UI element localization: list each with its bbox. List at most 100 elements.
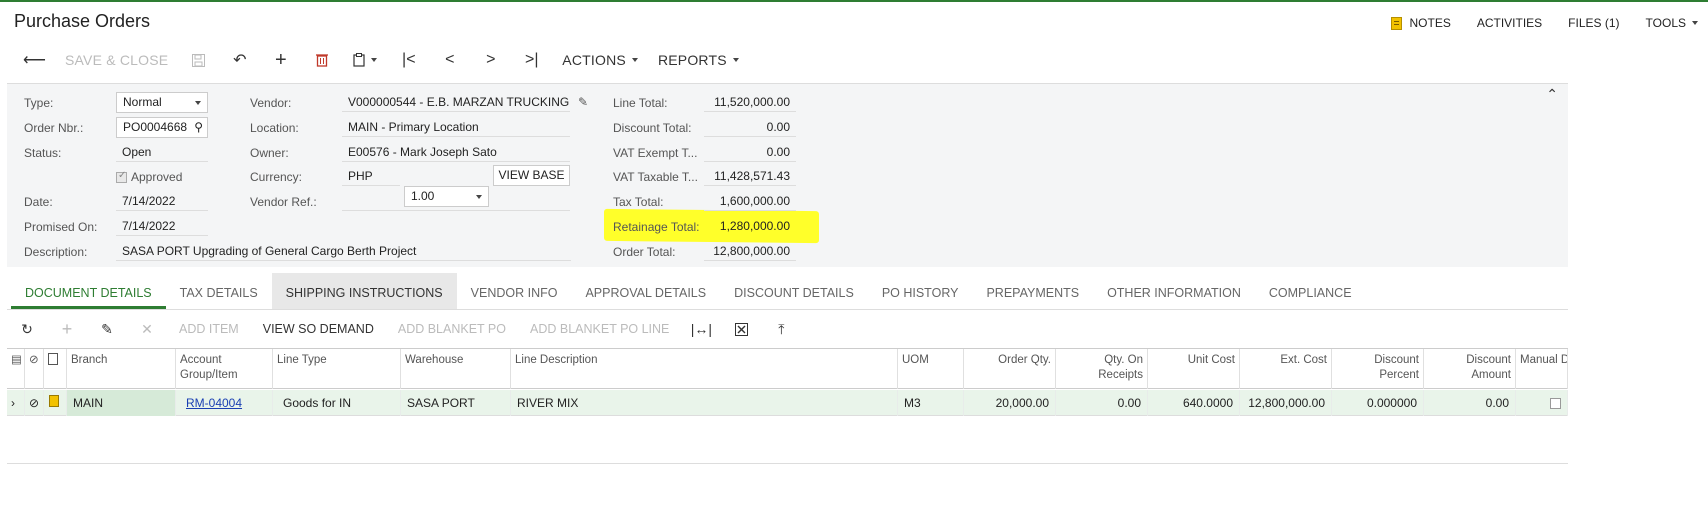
tab-other-information[interactable]: OTHER INFORMATION [1093, 273, 1255, 309]
row-selector-header[interactable]: ▤ [7, 349, 25, 389]
first-record-button[interactable]: |< [388, 48, 429, 72]
col-warehouse[interactable]: Warehouse [401, 349, 511, 389]
next-record-button[interactable]: > [470, 48, 511, 72]
col-qty-on-receipts[interactable]: Qty. On Receipts [1056, 349, 1148, 389]
upload-button[interactable]: ⤒ [761, 316, 801, 342]
col-discount-percent[interactable]: Discount Percent [1332, 349, 1424, 389]
cell-account-group-item[interactable]: RM-04004 [176, 390, 273, 416]
back-arrow-icon: ⟵ [23, 52, 46, 69]
export-excel-button[interactable] [721, 316, 761, 342]
refresh-button[interactable]: ↻ [7, 316, 47, 342]
checkbox-icon [116, 170, 127, 183]
save-button[interactable] [178, 48, 219, 72]
cell-order-qty[interactable]: 20,000.00 [964, 390, 1056, 416]
cell-discount-percent[interactable]: 0.000000 [1332, 390, 1424, 416]
cell-uom[interactable]: M3 [898, 390, 964, 416]
plus-icon: + [274, 48, 287, 71]
cell-warehouse[interactable]: SASA PORT [401, 390, 511, 416]
cell-discount-amount[interactable]: 0.00 [1424, 390, 1516, 416]
add-row-button[interactable]: + [47, 316, 87, 342]
owner-field[interactable]: E00576 - Mark Joseph Sato [342, 142, 570, 162]
row-attachment[interactable]: ⊘ [25, 390, 44, 416]
col-uom[interactable]: UOM [898, 349, 964, 389]
tab-prepayments[interactable]: PREPAYMENTS [972, 273, 1093, 309]
approved-checkbox[interactable]: Approved [116, 170, 182, 184]
row-note[interactable] [44, 390, 67, 416]
manual-discount-checkbox[interactable] [1550, 398, 1561, 410]
back-button[interactable]: ⟵ [14, 48, 55, 72]
reports-menu[interactable]: REPORTS [648, 48, 749, 72]
vendor-ref-field[interactable] [342, 191, 570, 211]
cell-qty-on-receipts[interactable]: 0.00 [1056, 390, 1148, 416]
tools-menu[interactable]: TOOLS [1646, 16, 1698, 30]
cell-manual-discount[interactable] [1516, 390, 1568, 416]
undo-button[interactable]: ↶ [219, 48, 260, 72]
vat-taxable-value: 11,428,571.43 [704, 166, 796, 186]
order-total-value: 12,800,000.00 [704, 241, 796, 261]
add-button[interactable]: + [260, 48, 301, 72]
cell-line-type[interactable]: Goods for IN [273, 390, 401, 416]
col-ext-cost[interactable]: Ext. Cost [1240, 349, 1332, 389]
tab-document-details[interactable]: DOCUMENT DETAILS [11, 273, 166, 309]
tab-tax-details[interactable]: TAX DETAILS [166, 273, 272, 309]
view-base-button[interactable]: VIEW BASE [493, 165, 570, 186]
col-discount-amount[interactable]: Discount Amount [1424, 349, 1516, 389]
last-record-button[interactable]: >| [511, 48, 552, 72]
notes-link[interactable]: NOTES [1391, 16, 1451, 30]
order-nbr-field[interactable]: PO0004668 ⚲ [116, 117, 208, 138]
notes-icon [1391, 16, 1403, 30]
promised-on-field[interactable]: 7/14/2022 [116, 216, 208, 236]
add-blanket-po-line-button[interactable]: ADD BLANKET PO LINE [518, 316, 681, 342]
add-item-button[interactable]: ADD ITEM [167, 316, 251, 342]
order-total-label: Order Total: [613, 245, 676, 259]
col-line-type[interactable]: Line Type [273, 349, 401, 389]
activities-link[interactable]: ACTIVITIES [1477, 16, 1542, 30]
files-link[interactable]: FILES (1) [1568, 16, 1619, 30]
tab-compliance[interactable]: COMPLIANCE [1255, 273, 1366, 309]
currency-field[interactable]: PHP [342, 166, 400, 186]
tab-discount-details[interactable]: DISCOUNT DETAILS [720, 273, 868, 309]
vat-exempt-value: 0.00 [704, 142, 796, 162]
cell-branch[interactable]: MAIN [67, 390, 176, 416]
inventory-item-link[interactable]: RM-04004 [186, 396, 242, 410]
last-icon: >| [525, 51, 539, 68]
close-icon: ✕ [141, 320, 153, 337]
view-so-demand-button[interactable]: VIEW SO DEMAND [251, 316, 386, 342]
col-manual-discount[interactable]: Manual Discoun [1516, 349, 1568, 389]
delete-row-button[interactable]: ✕ [127, 316, 167, 342]
edit-row-button[interactable]: ✎ [87, 316, 127, 342]
actions-menu[interactable]: ACTIONS [552, 48, 648, 72]
save-close-button[interactable]: SAVE & CLOSE [55, 48, 178, 72]
table-row[interactable]: › ⊘ MAIN RM-04004 Goods for IN SASA PORT… [7, 390, 1568, 416]
tab-approval-details[interactable]: APPROVAL DETAILS [571, 273, 720, 309]
previous-record-button[interactable]: < [429, 48, 470, 72]
location-field[interactable]: MAIN - Primary Location [342, 117, 570, 137]
edit-vendor-icon[interactable]: ✎ [578, 95, 588, 109]
delete-button[interactable] [301, 48, 342, 72]
cell-unit-cost[interactable]: 640.0000 [1148, 390, 1240, 416]
col-branch[interactable]: Branch [67, 349, 176, 389]
description-field[interactable]: SASA PORT Upgrading of General Cargo Ber… [116, 241, 571, 261]
retainage-total-label: Retainage Total: [613, 220, 700, 234]
type-select[interactable]: Normal [116, 92, 208, 113]
copy-paste-button[interactable] [342, 48, 388, 72]
cell-line-description[interactable]: RIVER MIX [511, 390, 898, 416]
date-field[interactable]: 7/14/2022 [116, 191, 208, 211]
col-account-group-item[interactable]: Account Group/Item [176, 349, 273, 389]
type-label: Type: [24, 96, 54, 110]
search-icon[interactable]: ⚲ [194, 118, 203, 137]
row-expander[interactable]: › [7, 390, 25, 416]
tab-shipping-instructions[interactable]: SHIPPING INSTRUCTIONS [271, 273, 457, 309]
description-label: Description: [24, 245, 88, 259]
cell-ext-cost[interactable]: 12,800,000.00 [1240, 390, 1332, 416]
fit-columns-button[interactable]: |↔| [681, 316, 721, 342]
collapse-panel-button[interactable]: ⌃ [1546, 86, 1558, 103]
plus-icon: + [61, 318, 73, 339]
add-blanket-po-button[interactable]: ADD BLANKET PO [386, 316, 518, 342]
col-line-description[interactable]: Line Description [511, 349, 898, 389]
col-unit-cost[interactable]: Unit Cost [1148, 349, 1240, 389]
tab-vendor-info[interactable]: VENDOR INFO [457, 273, 572, 309]
tab-po-history[interactable]: PO HISTORY [868, 273, 973, 309]
col-order-qty[interactable]: Order Qty. [964, 349, 1056, 389]
vendor-field[interactable]: V000000544 - E.B. MARZAN TRUCKING [342, 92, 570, 112]
